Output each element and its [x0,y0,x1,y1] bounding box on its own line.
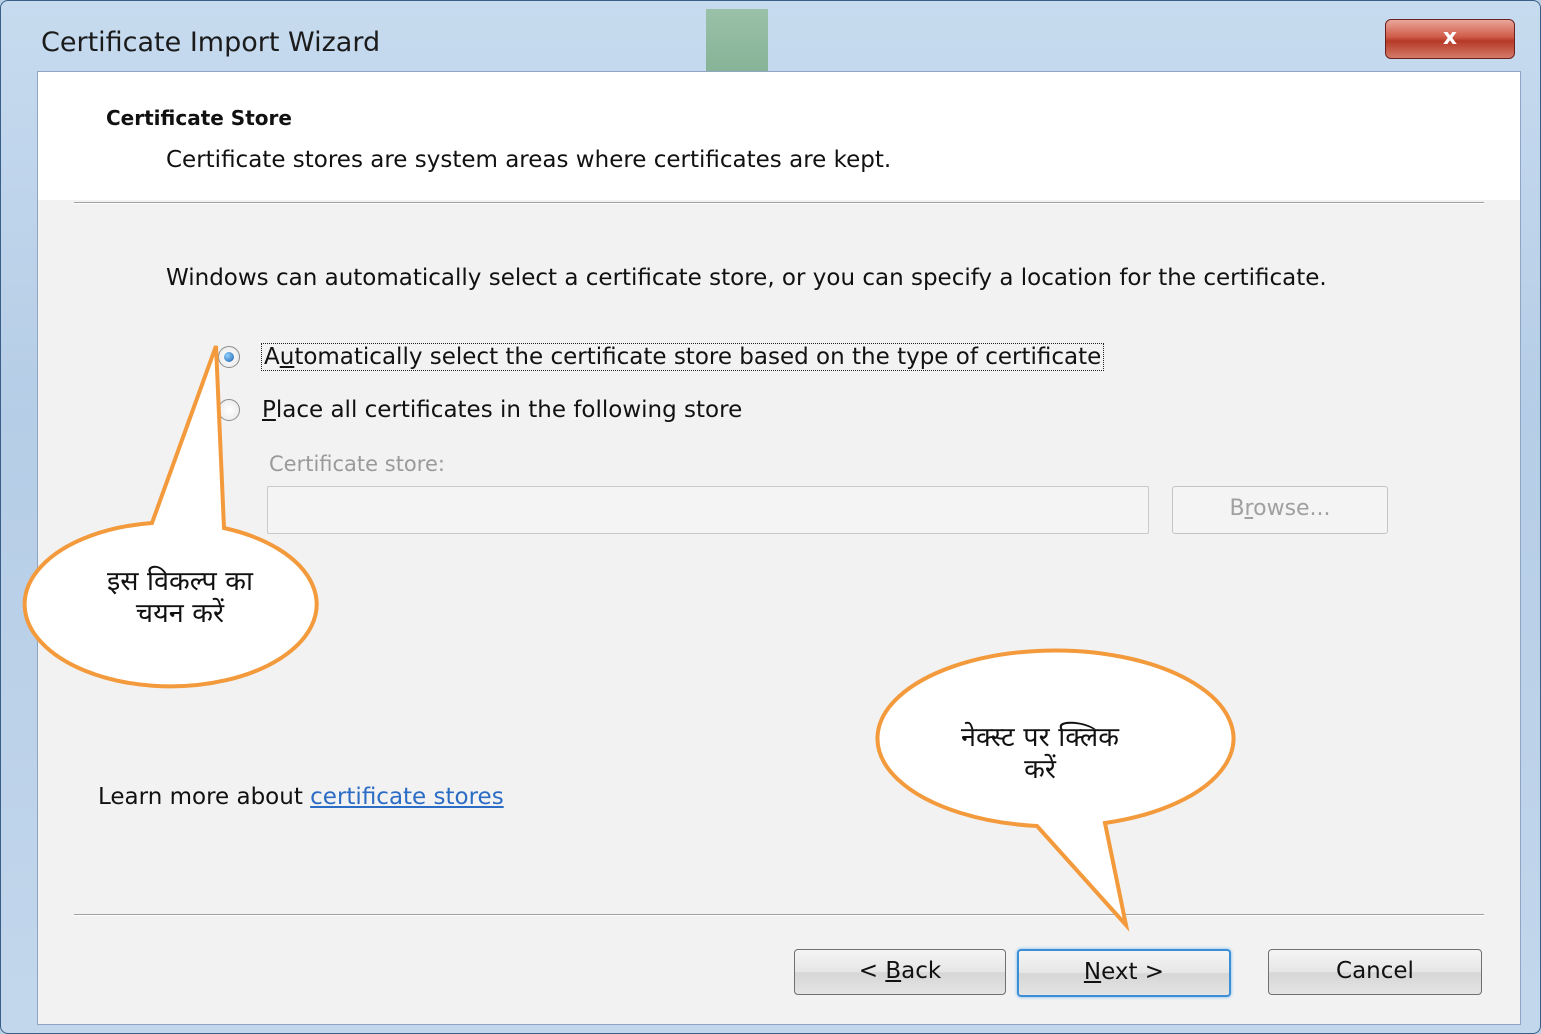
close-button[interactable]: x [1385,19,1515,59]
window-title: Certificate Import Wizard [41,27,381,58]
wizard-content: Certificate Store Certificate stores are… [37,71,1521,1025]
next-button[interactable]: Next > [1017,949,1231,997]
radio-button-selected[interactable] [218,346,240,368]
page-description: Certificate stores are system areas wher… [166,147,892,173]
radio-place-in-store[interactable]: Place all certificates in the following … [218,397,742,423]
radio-auto-select[interactable]: Automatically select the certificate sto… [218,343,1105,371]
background-glimpse [706,9,768,71]
learn-more-prefix: Learn more about [98,784,311,810]
title-bar[interactable]: Certificate Import Wizard x [1,1,1540,71]
certificate-store-field [267,486,1149,534]
cancel-button[interactable]: Cancel [1268,949,1482,995]
radio-button-unselected[interactable] [218,399,240,421]
page-title: Certificate Store [106,106,292,130]
radio-dot [224,352,234,362]
back-button[interactable]: < Back [794,949,1006,995]
radio-auto-select-label[interactable]: Automatically select the certificate sto… [260,343,1105,371]
intro-text: Windows can automatically select a certi… [166,265,1327,291]
certificate-stores-link[interactable]: certificate stores [310,784,504,810]
footer-divider [74,914,1484,916]
certificate-store-label: Certificate store: [269,452,445,476]
dialog-window: Certificate Import Wizard x Certificate … [0,0,1541,1034]
browse-button: Browse... [1172,486,1388,534]
learn-more-text: Learn more about certificate stores [98,784,504,810]
header-divider [74,202,1484,204]
close-icon: x [1442,25,1458,50]
radio-place-in-store-label[interactable]: Place all certificates in the following … [262,397,742,423]
wizard-header: Certificate Store Certificate stores are… [38,72,1520,200]
